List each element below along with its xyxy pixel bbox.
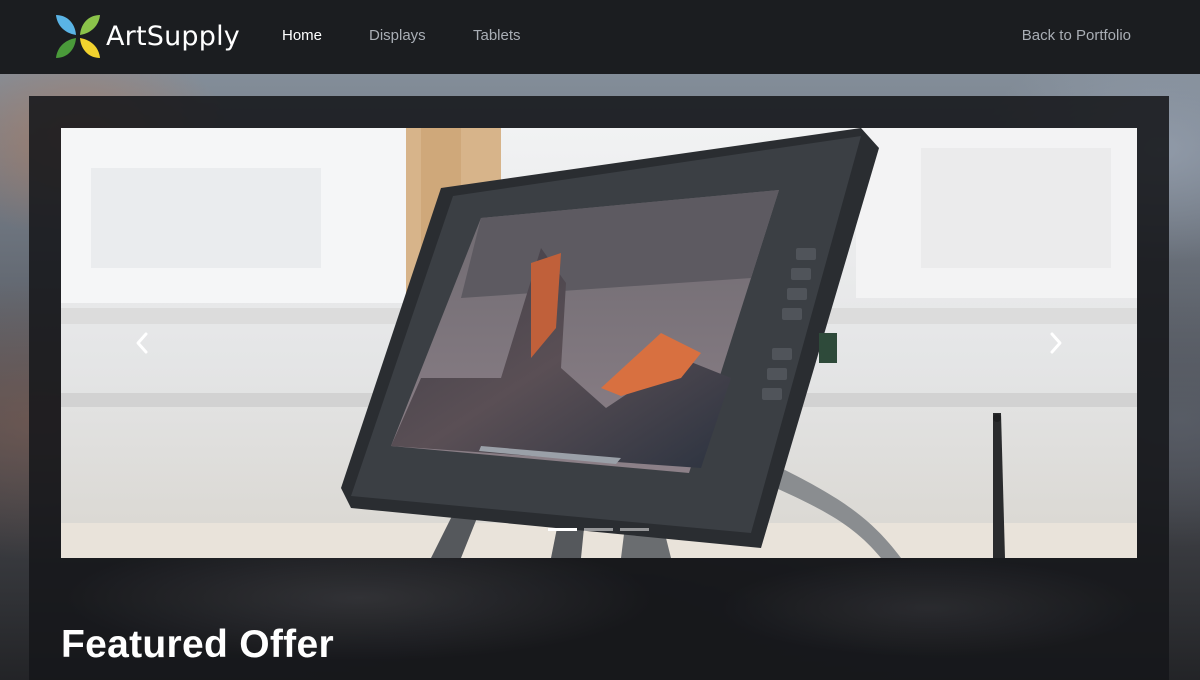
back-to-portfolio-link[interactable]: Back to Portfolio xyxy=(1022,27,1131,44)
nav-home[interactable]: Home xyxy=(282,27,322,44)
leaf-logo-icon xyxy=(56,15,100,58)
carousel-next-button[interactable] xyxy=(1041,326,1071,360)
brand-logo[interactable]: ArtSupply xyxy=(54,13,240,59)
nav-displays[interactable]: Displays xyxy=(369,27,426,44)
brand-name: ArtSupply xyxy=(106,20,240,52)
carousel-prev-button[interactable] xyxy=(127,326,157,360)
top-navbar: ArtSupply Home Displays Tablets Back to … xyxy=(0,0,1200,74)
chevron-right-icon xyxy=(1050,332,1062,354)
carousel-indicators xyxy=(548,528,649,531)
nav-tablets[interactable]: Tablets xyxy=(473,27,521,44)
slide-image-pen-display xyxy=(61,128,1137,558)
chevron-left-icon xyxy=(136,332,148,354)
carousel-indicator-1[interactable] xyxy=(548,528,577,531)
carousel-indicator-3[interactable] xyxy=(620,528,649,531)
image-carousel[interactable] xyxy=(61,128,1137,558)
featured-offer-heading: Featured Offer xyxy=(61,623,334,666)
main-panel: Featured Offer xyxy=(29,96,1169,680)
carousel-indicator-2[interactable] xyxy=(584,528,613,531)
